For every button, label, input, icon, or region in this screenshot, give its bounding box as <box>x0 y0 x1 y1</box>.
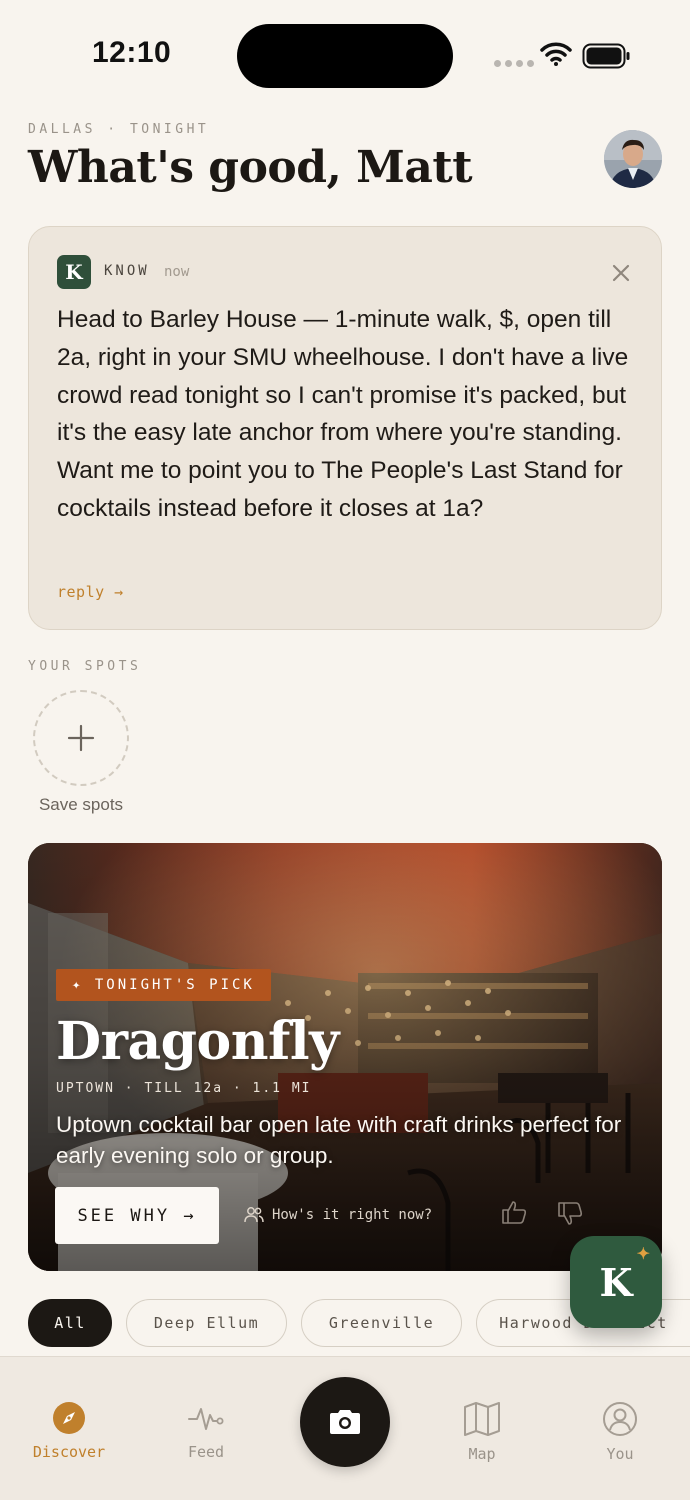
know-sender: KNOW <box>104 263 150 279</box>
camera-button[interactable] <box>300 1377 390 1467</box>
venue-name: Dragonfly <box>56 1011 339 1072</box>
compass-icon <box>53 1402 85 1434</box>
thumbs-down-icon[interactable] <box>556 1201 584 1227</box>
message-timestamp: now <box>164 264 190 280</box>
tab-feed[interactable]: Feed <box>161 1401 251 1461</box>
add-spot-button[interactable] <box>33 690 129 786</box>
know-message-card: K KNOW now Head to Barley House — 1-minu… <box>28 226 662 630</box>
plus-icon <box>67 724 95 752</box>
know-logo: K <box>57 255 91 289</box>
crowd-check-label: How's it right now? <box>272 1207 433 1223</box>
activity-icon <box>188 1408 224 1430</box>
cellular-signal-icon <box>494 60 534 67</box>
map-icon <box>464 1402 500 1436</box>
tab-map-label: Map <box>468 1445 496 1463</box>
avatar[interactable] <box>604 130 662 188</box>
tab-discover[interactable]: Discover <box>24 1401 114 1461</box>
wifi-icon <box>540 42 572 66</box>
know-message-text: Head to Barley House — 1-minute walk, $,… <box>57 306 629 522</box>
section-label-your-spots: YOUR SPOTS <box>28 659 142 674</box>
camera-icon <box>330 1410 360 1434</box>
tab-you[interactable]: You <box>575 1401 665 1463</box>
page-title: What's good, Matt <box>28 142 473 193</box>
people-icon <box>244 1207 264 1223</box>
location-eyebrow: DALLAS · TONIGHT <box>28 122 210 137</box>
venue-description: Uptown cocktail bar open late with craft… <box>56 1112 622 1168</box>
status-time: 12:10 <box>92 36 172 69</box>
tab-map[interactable]: Map <box>437 1401 527 1463</box>
know-fab-label: K <box>599 1259 633 1305</box>
save-spots-label: Save spots <box>38 795 124 814</box>
dynamic-island <box>237 24 453 88</box>
thumbs-up-icon[interactable] <box>500 1199 528 1225</box>
tab-feed-label: Feed <box>187 1443 225 1461</box>
reply-link[interactable]: reply → <box>57 583 124 601</box>
bottom-tab-bar: Discover Feed Map You <box>0 1356 690 1500</box>
tonights-pick-badge: ✦ TONIGHT'S PICK <box>56 969 271 1001</box>
profile-icon <box>603 1402 637 1436</box>
close-icon[interactable] <box>609 261 633 285</box>
tonights-pick-card[interactable]: ✦ TONIGHT'S PICK Dragonfly UPTOWN · TILL… <box>28 843 662 1271</box>
see-why-button[interactable]: SEE WHY → <box>55 1187 219 1244</box>
tab-discover-label: Discover <box>32 1443 106 1461</box>
chip-all[interactable]: All <box>28 1299 112 1347</box>
tab-you-label: You <box>606 1445 634 1463</box>
venue-meta: UPTOWN · TILL 12a · 1.1 MI <box>56 1081 312 1096</box>
chip-greenville[interactable]: Greenville <box>301 1299 462 1347</box>
crowd-check-link[interactable]: How's it right now? <box>244 1206 432 1224</box>
chip-deep-ellum[interactable]: Deep Ellum <box>126 1299 287 1347</box>
sparkle-icon: ✦ <box>636 1244 650 1263</box>
know-assistant-button[interactable]: K ✦ <box>570 1236 662 1328</box>
battery-icon <box>582 43 630 69</box>
